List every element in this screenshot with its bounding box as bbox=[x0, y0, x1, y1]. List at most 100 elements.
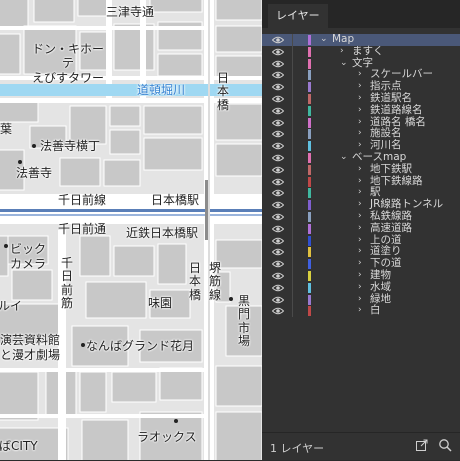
expand-toggle-icon[interactable]: › bbox=[358, 105, 362, 117]
layer-row[interactable]: › 地下鉄駅 bbox=[262, 162, 460, 176]
visibility-eye-icon[interactable] bbox=[272, 166, 284, 174]
search-icon[interactable] bbox=[438, 438, 452, 452]
visibility-eye-icon[interactable] bbox=[272, 83, 284, 91]
layer-row[interactable]: › 建物 bbox=[262, 269, 460, 282]
expand-toggle-icon[interactable]: ⌄ bbox=[340, 58, 348, 70]
visibility-eye-icon[interactable] bbox=[272, 71, 284, 79]
visibility-eye-icon[interactable] bbox=[272, 284, 284, 292]
visibility-eye-icon[interactable] bbox=[272, 48, 284, 56]
layer-row[interactable]: › ますく bbox=[262, 44, 460, 58]
layer-row[interactable]: › 緑地 bbox=[262, 293, 460, 306]
visibility-eye-icon[interactable] bbox=[272, 272, 284, 280]
expand-toggle-icon[interactable]: › bbox=[358, 93, 362, 105]
layer-row[interactable]: › 鉄道路線名 bbox=[262, 104, 460, 117]
lock-column-divider bbox=[292, 305, 293, 318]
layer-color-swatch bbox=[308, 282, 311, 293]
visibility-eye-icon[interactable] bbox=[272, 142, 284, 150]
expand-toggle-icon[interactable]: › bbox=[358, 223, 362, 235]
layer-color-swatch bbox=[308, 35, 311, 45]
visibility-eye-icon[interactable] bbox=[272, 260, 284, 268]
visibility-eye-icon[interactable] bbox=[272, 307, 284, 315]
visibility-eye-icon[interactable] bbox=[272, 178, 284, 186]
panel-footer: 1 レイヤー bbox=[262, 432, 460, 461]
lock-column-divider bbox=[292, 175, 293, 188]
expand-toggle-icon[interactable]: › bbox=[358, 176, 362, 188]
layer-row[interactable]: › 私鉄線路 bbox=[262, 210, 460, 223]
lock-column-divider bbox=[292, 116, 293, 129]
expand-toggle-icon[interactable]: › bbox=[358, 164, 362, 176]
expand-toggle-icon[interactable]: › bbox=[358, 235, 362, 247]
layer-name: ますく bbox=[352, 44, 384, 57]
visibility-eye-icon[interactable] bbox=[272, 95, 284, 103]
expand-toggle-icon[interactable]: › bbox=[358, 199, 362, 211]
lock-column-divider bbox=[292, 140, 293, 152]
layer-row[interactable]: › 施設名 bbox=[262, 128, 460, 141]
layer-row[interactable]: › 指示点 bbox=[262, 80, 460, 93]
layers-panel: レイヤー ⌄ Map › ますく ⌄ 文字 › スケールバー › 指示点 › 鉄道駅名 › 鉄道路線名 › 道… bbox=[262, 0, 460, 460]
layer-row[interactable]: › 白 bbox=[262, 305, 460, 318]
visibility-eye-icon[interactable] bbox=[272, 154, 284, 162]
expand-toggle-icon[interactable]: ⌄ bbox=[340, 152, 348, 164]
expand-toggle-icon[interactable]: › bbox=[358, 211, 362, 223]
visibility-eye-icon[interactable] bbox=[272, 189, 284, 197]
expand-toggle-icon[interactable]: ⌄ bbox=[320, 34, 328, 46]
new-layer-icon[interactable] bbox=[416, 439, 428, 451]
layer-row[interactable]: › スケールバー bbox=[262, 69, 460, 82]
layer-row[interactable]: › 上の道 bbox=[262, 234, 460, 247]
expand-toggle-icon[interactable]: › bbox=[358, 282, 362, 294]
visibility-eye-icon[interactable] bbox=[272, 248, 284, 256]
map-canvas[interactable]: 三津寺通 ドン・キホーテ えびすタワー 道頓堀川 日本橋 葉 法善寺横丁 法善寺… bbox=[0, 0, 262, 460]
visibility-eye-icon[interactable] bbox=[272, 130, 284, 138]
layer-row[interactable]: › 道路名 橋名 bbox=[262, 116, 460, 129]
visibility-eye-icon[interactable] bbox=[272, 201, 284, 209]
expand-toggle-icon[interactable]: › bbox=[358, 246, 362, 258]
layer-row[interactable]: › JR線路トンネル bbox=[262, 198, 460, 211]
layer-color-swatch bbox=[308, 176, 311, 187]
layer-color-swatch bbox=[308, 271, 311, 281]
lock-column-divider bbox=[292, 211, 293, 223]
lock-column-divider bbox=[292, 128, 293, 141]
layer-name: 高速道路 bbox=[370, 221, 412, 234]
expand-toggle-icon[interactable]: › bbox=[340, 46, 344, 58]
visibility-eye-icon[interactable] bbox=[272, 213, 284, 221]
visibility-eye-icon[interactable] bbox=[272, 107, 284, 115]
layer-row[interactable]: › 鉄道駅名 bbox=[262, 92, 460, 105]
tab-layers[interactable]: レイヤー bbox=[268, 4, 328, 28]
layer-row[interactable]: ⌄ ベースmap bbox=[262, 151, 460, 164]
lock-column-divider bbox=[292, 293, 293, 306]
visibility-eye-icon[interactable] bbox=[272, 225, 284, 233]
expand-toggle-icon[interactable]: › bbox=[358, 258, 362, 270]
layer-row[interactable]: › 道塗り bbox=[262, 246, 460, 259]
layer-row[interactable]: › 下の道 bbox=[262, 257, 460, 270]
label-don-quijote: ドン・キホーテ えびすタワー bbox=[31, 42, 104, 85]
layer-color-swatch bbox=[308, 153, 311, 163]
expand-toggle-icon[interactable]: › bbox=[358, 270, 362, 282]
expand-toggle-icon[interactable]: › bbox=[358, 305, 362, 317]
expand-toggle-icon[interactable]: › bbox=[358, 294, 362, 306]
layer-color-swatch bbox=[308, 259, 311, 270]
expand-toggle-icon[interactable]: › bbox=[358, 117, 362, 129]
layer-count: 1 レイヤー bbox=[270, 442, 325, 455]
label-geino-shiryokan: 演芸資料館 と漫才劇場 bbox=[0, 333, 61, 362]
label-sennichimae-dori: 千日前通 bbox=[58, 222, 107, 236]
lock-column-divider bbox=[292, 199, 293, 211]
expand-toggle-icon[interactable]: › bbox=[358, 187, 362, 199]
layer-color-swatch bbox=[308, 306, 311, 317]
expand-toggle-icon[interactable]: › bbox=[358, 69, 362, 81]
layer-row[interactable]: › 地下鉄線路 bbox=[262, 175, 460, 188]
visibility-eye-icon[interactable] bbox=[272, 119, 284, 127]
layer-name: 水域 bbox=[370, 280, 391, 293]
expand-toggle-icon[interactable]: › bbox=[358, 81, 362, 93]
layer-name: 地下鉄駅 bbox=[370, 162, 412, 175]
lock-column-divider bbox=[292, 34, 293, 46]
visibility-eye-icon[interactable] bbox=[272, 237, 284, 245]
layer-row[interactable]: › 高速道路 bbox=[262, 221, 460, 235]
label-sennichimae-line: 千日前線 bbox=[58, 193, 107, 207]
visibility-eye-icon[interactable] bbox=[272, 296, 284, 304]
layer-color-swatch bbox=[308, 58, 311, 69]
layer-row[interactable]: › 水域 bbox=[262, 280, 460, 294]
visibility-eye-icon[interactable] bbox=[272, 36, 284, 44]
expand-toggle-icon[interactable]: › bbox=[358, 128, 362, 140]
visibility-eye-icon[interactable] bbox=[272, 60, 284, 68]
layer-color-swatch bbox=[308, 294, 311, 305]
